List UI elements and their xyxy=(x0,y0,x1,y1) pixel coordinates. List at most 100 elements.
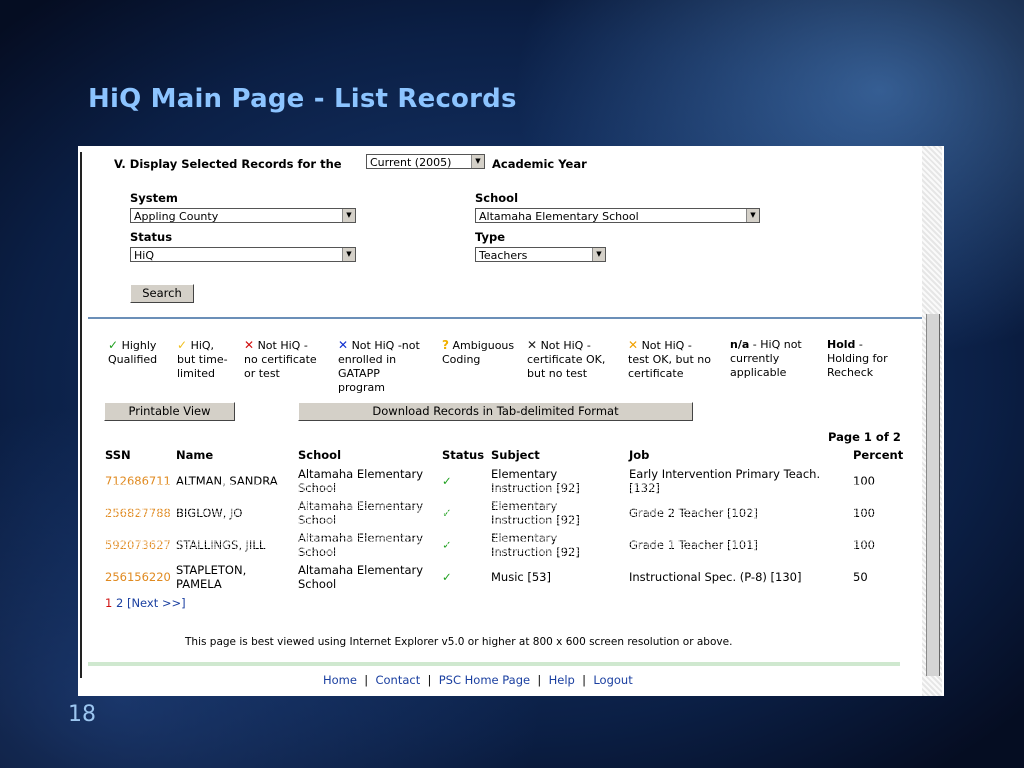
pagination-next-link[interactable]: [Next >>] xyxy=(127,596,186,610)
check-icon: ✓ xyxy=(442,506,452,520)
row-ssn[interactable]: 712686711 xyxy=(105,474,171,488)
search-button[interactable]: Search xyxy=(130,284,194,303)
x-red-icon: ✕ xyxy=(244,338,255,352)
question-icon: ? xyxy=(442,338,449,352)
row-name: BIGLOW, JO xyxy=(176,506,243,520)
header-subject: Subject xyxy=(491,448,540,462)
row-percent: 100 xyxy=(853,474,875,488)
year-select[interactable]: Current (2005) ▼ xyxy=(366,154,485,169)
row-ssn[interactable]: 256156220 xyxy=(105,570,171,584)
pagination-page-2[interactable]: 2 xyxy=(116,596,123,610)
row-subject: Music [53] xyxy=(491,570,551,584)
legend-ambiguous-text: Ambiguous Coding xyxy=(442,339,515,366)
header-ssn: SSN xyxy=(105,448,131,462)
pagination: 1 2 [Next >>] xyxy=(105,596,186,610)
footer-link-psc-home[interactable]: PSC Home Page xyxy=(439,673,530,687)
row-ssn[interactable]: 256827788 xyxy=(105,506,171,520)
chevron-down-icon[interactable]: ▼ xyxy=(746,209,759,222)
legend-test-ok-no-cert: ✕ Not HiQ - test OK, but no certificate xyxy=(628,338,711,381)
footer-divider xyxy=(88,662,900,666)
row-subject: Elementary Instruction [92] xyxy=(491,531,580,559)
row-subject: Elementary Instruction [92] xyxy=(491,467,580,495)
legend-cert-ok-no-test: ✕ Not HiQ - certificate OK, but no test xyxy=(527,338,605,381)
row-percent: 100 xyxy=(853,506,875,520)
printable-view-button[interactable]: Printable View xyxy=(104,402,235,421)
slide-number: 18 xyxy=(68,702,96,727)
x-blue-icon: ✕ xyxy=(338,338,349,352)
footer-links: Home | Contact | PSC Home Page | Help | … xyxy=(323,673,633,687)
check-icon: ✓ xyxy=(442,538,452,552)
section-divider xyxy=(88,317,922,319)
legend-not-hiq-no-cert-text: Not HiQ - no certificate or test xyxy=(244,339,317,380)
legend-test-ok-no-cert-text: Not HiQ - test OK, but no certificate xyxy=(628,339,711,380)
browser-note: This page is best viewed using Internet … xyxy=(185,636,733,648)
row-school: Altamaha Elementary School xyxy=(298,467,424,495)
chevron-down-icon[interactable]: ▼ xyxy=(471,155,484,168)
left-border xyxy=(80,152,82,678)
row-subject: Elementary Instruction [92] xyxy=(491,499,580,527)
type-select-value: Teachers xyxy=(479,249,528,262)
check-icon: ✓ xyxy=(108,338,119,352)
legend-hold-label: Hold xyxy=(827,338,856,351)
legend-highly-qualified: ✓ Highly Qualified xyxy=(108,338,157,367)
legend-hiq-time-limited: ✓ HiQ, but time- limited xyxy=(177,338,228,381)
download-records-button[interactable]: Download Records in Tab-delimited Format xyxy=(298,402,693,421)
check-icon: ✓ xyxy=(442,570,452,584)
row-job: Instructional Spec. (P-8) [130] xyxy=(629,570,802,584)
header-job: Job xyxy=(629,448,650,462)
header-name: Name xyxy=(176,448,214,462)
page-info: Page 1 of 2 xyxy=(828,430,901,444)
row-percent: 50 xyxy=(853,570,868,584)
footer-link-home[interactable]: Home xyxy=(323,673,357,687)
row-name: STALLINGS, JILL xyxy=(176,538,266,552)
row-school: Altamaha Elementary School xyxy=(298,531,424,559)
row-percent: 100 xyxy=(853,538,875,552)
status-select-value: HiQ xyxy=(134,249,154,262)
type-label: Type xyxy=(475,230,506,244)
school-label: School xyxy=(475,191,519,205)
chevron-down-icon[interactable]: ▼ xyxy=(342,209,355,222)
status-select[interactable]: HiQ ▼ xyxy=(130,247,356,262)
x-orange-icon: ✕ xyxy=(628,338,639,352)
footer-link-logout[interactable]: Logout xyxy=(593,673,632,687)
row-job: Early Intervention Primary Teach. [132] xyxy=(629,467,821,495)
row-name: STAPLETON, PAMELA xyxy=(176,563,247,591)
year-select-value: Current (2005) xyxy=(370,156,452,169)
chevron-down-icon[interactable]: ▼ xyxy=(342,248,355,261)
chevron-down-icon[interactable]: ▼ xyxy=(592,248,605,261)
system-label: System xyxy=(130,191,178,205)
row-school: Altamaha Elementary School xyxy=(298,499,424,527)
legend-cert-ok-no-test-text: Not HiQ - certificate OK, but no test xyxy=(527,339,606,380)
school-select[interactable]: Altamaha Elementary School ▼ xyxy=(475,208,760,223)
row-name: ALTMAN, SANDRA xyxy=(176,474,278,488)
footer-link-help[interactable]: Help xyxy=(549,673,575,687)
row-job: Grade 1 Teacher [101] xyxy=(629,538,758,552)
legend-hold: Hold - Holding for Recheck xyxy=(827,338,888,380)
footer-link-contact[interactable]: Contact xyxy=(375,673,420,687)
legend-not-hiq-no-cert: ✕ Not HiQ - no certificate or test xyxy=(244,338,317,381)
slide-title: HiQ Main Page - List Records xyxy=(88,84,517,114)
x-black-icon: ✕ xyxy=(527,338,538,352)
type-select[interactable]: Teachers ▼ xyxy=(475,247,606,262)
legend-not-hiq-not-enrolled-text: Not HiQ -not enrolled in GATAPP program xyxy=(338,339,420,394)
legend-na: n/a - HiQ not currently applicable xyxy=(730,338,802,380)
pagination-current: 1 xyxy=(105,596,113,610)
check-yellow-icon: ✓ xyxy=(177,338,188,352)
form-heading-prefix: V. Display Selected Records for the xyxy=(114,157,342,171)
system-select-value: Appling County xyxy=(134,210,219,223)
system-select[interactable]: Appling County ▼ xyxy=(130,208,356,223)
browser-window: V. Display Selected Records for the Curr… xyxy=(78,146,944,696)
legend-ambiguous: ? Ambiguous Coding xyxy=(442,338,514,367)
legend-not-hiq-not-enrolled: ✕ Not HiQ -not enrolled in GATAPP progra… xyxy=(338,338,420,395)
check-icon: ✓ xyxy=(442,474,452,488)
form-heading-suffix: Academic Year xyxy=(492,157,587,171)
row-school: Altamaha Elementary School xyxy=(298,563,424,591)
status-label: Status xyxy=(130,230,173,244)
header-percent: Percent xyxy=(853,448,904,462)
legend-na-label: n/a xyxy=(730,338,750,351)
scrollbar-thumb[interactable] xyxy=(926,314,940,676)
header-school: School xyxy=(298,448,342,462)
row-ssn[interactable]: 592073627 xyxy=(105,538,171,552)
school-select-value: Altamaha Elementary School xyxy=(479,210,639,223)
row-job: Grade 2 Teacher [102] xyxy=(629,506,758,520)
